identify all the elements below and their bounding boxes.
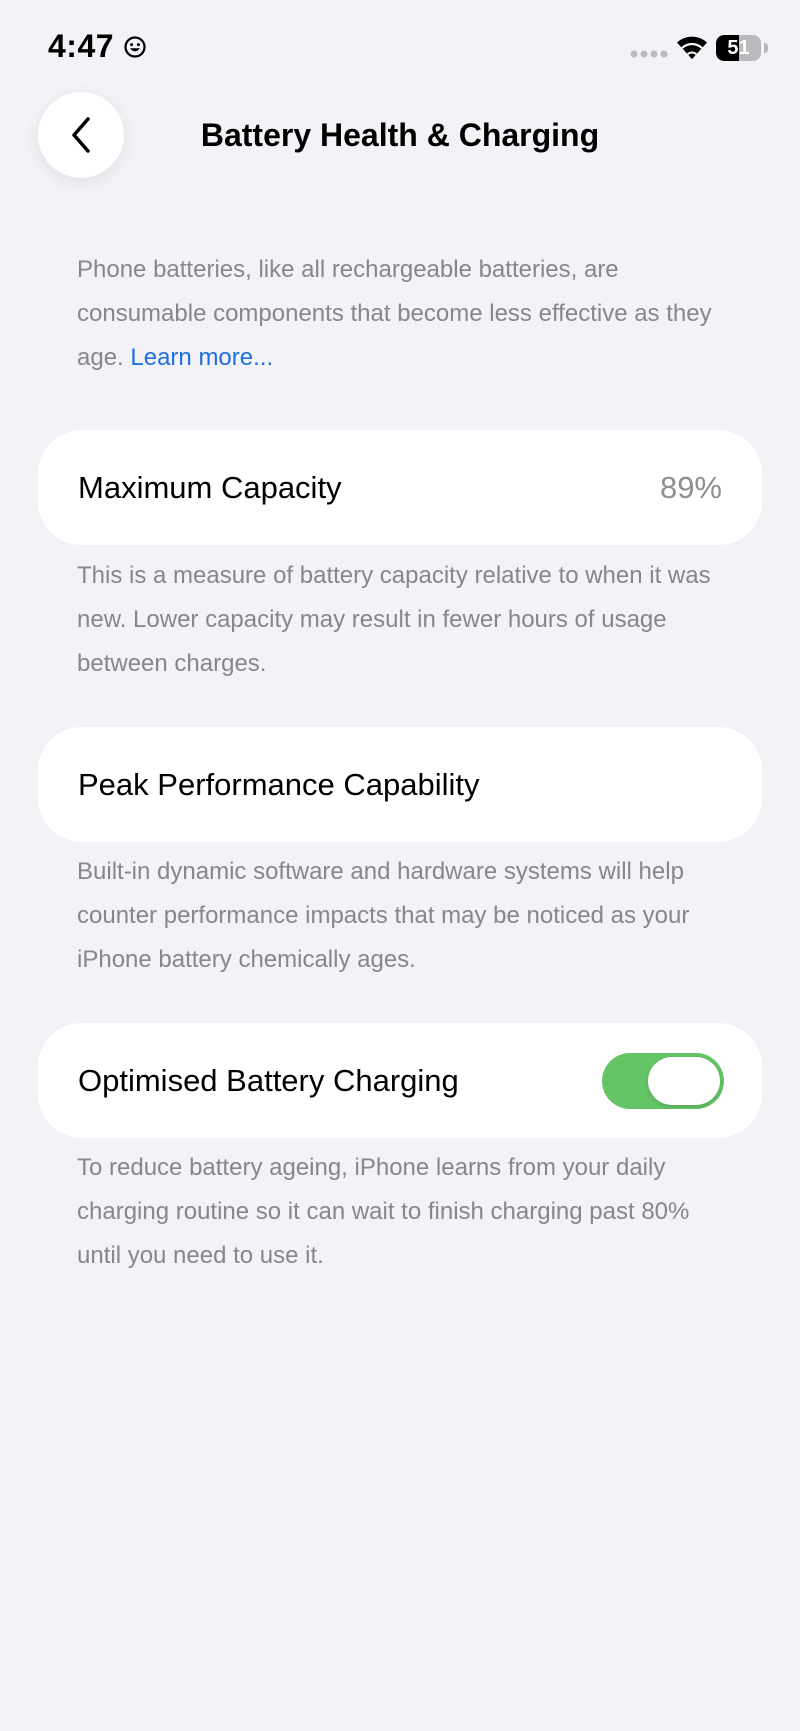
wifi-icon [677,36,707,59]
peak-performance-label: Peak Performance Capability [78,767,480,802]
chevron-left-icon [72,117,90,153]
maximum-capacity-row: Maximum Capacity 89% [38,430,762,545]
learn-more-link[interactable]: Learn more... [130,344,273,371]
battery-level: 51 [727,37,750,59]
maximum-capacity-description: This is a measure of battery capacity re… [77,562,711,677]
optimised-charging-label: Optimised Battery Charging [78,1063,459,1098]
smiley-face-icon [124,36,146,58]
maximum-capacity-value: 89% [659,470,722,505]
back-button[interactable] [38,92,124,178]
cellular-signal-icon [630,50,668,58]
status-time: 4:47 [48,28,115,64]
peak-performance-description: Built-in dynamic software and hardware s… [77,858,690,973]
battery-icon: 51 [716,35,768,61]
toggle-knob[interactable] [648,1057,720,1105]
battery-body: 51 [716,35,761,61]
optimised-charging-row: Optimised Battery Charging [38,1023,762,1138]
battery-nub [764,43,768,53]
page-title: Battery Health & Charging [200,117,600,153]
status-bar: 4:47 51 [0,0,800,90]
optimised-charging-toggle[interactable] [602,1053,724,1109]
intro-description: Phone batteries, like all rechargeable b… [77,248,737,380]
peak-performance-row: Peak Performance Capability [38,727,762,842]
maximum-capacity-label: Maximum Capacity [78,470,342,505]
optimised-charging-description: To reduce battery ageing, iPhone learns … [77,1154,690,1269]
